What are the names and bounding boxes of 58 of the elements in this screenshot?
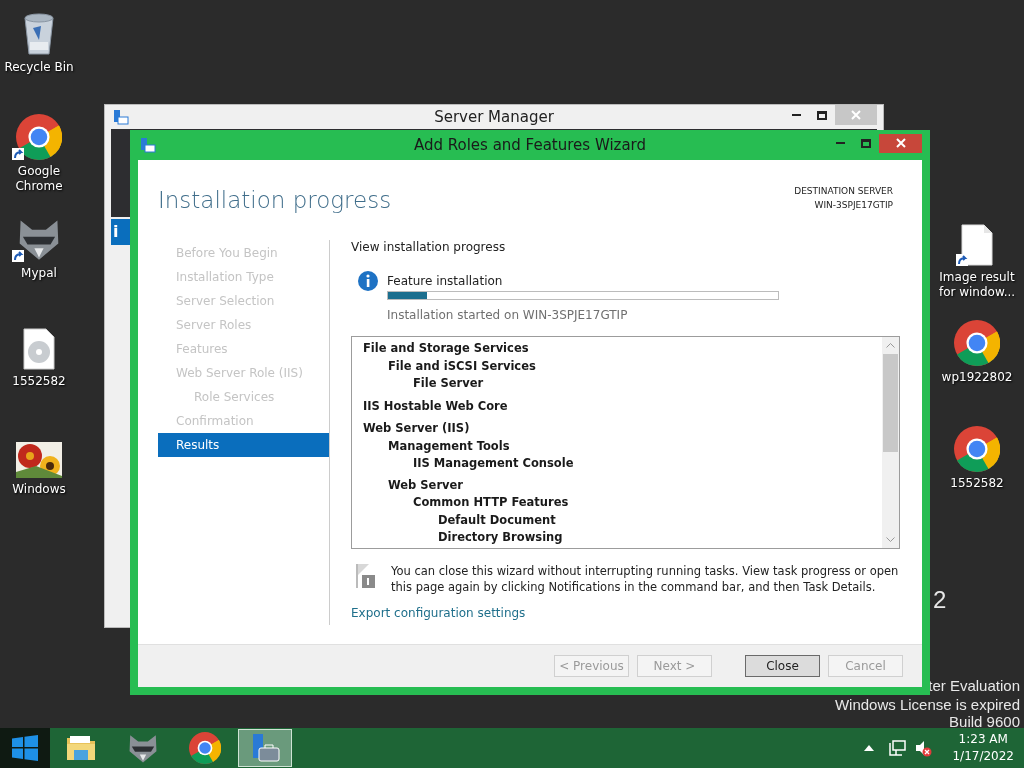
close-icon bbox=[895, 138, 906, 148]
feature-item: Common HTTP Features bbox=[412, 494, 570, 511]
notification-flag-icon bbox=[355, 563, 375, 589]
desktop-icon-label[interactable]: 1552582 bbox=[950, 476, 1004, 491]
desktop-icon-label[interactable]: 1552582 bbox=[12, 374, 66, 389]
desktop-icon-label[interactable]: Google Chrome bbox=[0, 164, 78, 194]
feature-item: Management Tools bbox=[387, 437, 511, 455]
feature-item: Web Server (IIS) bbox=[363, 420, 471, 437]
page-heading: Installation progress bbox=[158, 186, 392, 215]
feature-item: File Server bbox=[412, 375, 485, 392]
clock-date: 1/17/2022 bbox=[952, 748, 1014, 765]
clock-time: 1:23 AM bbox=[958, 731, 1008, 748]
watermark-text: 2 bbox=[933, 585, 947, 615]
wizard-step[interactable]: Results bbox=[158, 433, 329, 457]
wizard-button[interactable]: Close bbox=[745, 655, 820, 677]
status-title: Feature installation bbox=[387, 273, 504, 289]
chrome-icon bbox=[16, 114, 62, 160]
feature-item: IIS Hostable Web Core bbox=[363, 397, 509, 415]
desktop-icon-label[interactable]: Mypal bbox=[21, 266, 57, 281]
destination-server: WIN-3SPJE17GTIP bbox=[814, 199, 893, 212]
info-icon bbox=[358, 271, 378, 291]
window-title: Server Manager bbox=[434, 106, 554, 128]
clock[interactable]: 1:23 AM 1/17/2022 bbox=[948, 731, 1018, 765]
feature-item: File and iSCSI Services bbox=[387, 357, 537, 375]
section-title: View installation progress bbox=[351, 239, 507, 255]
feature-item: Directory Browsing bbox=[437, 529, 564, 546]
desktop-icon-label[interactable]: Windows bbox=[12, 482, 66, 497]
scroll-down-icon bbox=[886, 537, 895, 542]
volume-muted-icon bbox=[914, 739, 933, 757]
windows-logo-icon bbox=[12, 735, 38, 761]
scrollbar[interactable] bbox=[882, 337, 899, 548]
file-icon bbox=[960, 224, 994, 266]
feature-item: Default Document bbox=[437, 511, 557, 529]
feature-item: IIS Management Console bbox=[412, 455, 575, 472]
watermark-text: Build 9600 bbox=[949, 713, 1020, 730]
feature-item: File and Storage Services bbox=[363, 340, 530, 357]
network-icon bbox=[888, 739, 907, 757]
start-button[interactable] bbox=[0, 728, 50, 768]
scrollbar-thumb[interactable] bbox=[883, 354, 898, 452]
window-title: Add Roles and Features Wizard bbox=[413, 134, 647, 156]
taskbar-button[interactable] bbox=[238, 729, 292, 767]
scroll-up-icon bbox=[886, 343, 895, 348]
desktop-icon-label[interactable]: wp1922802 bbox=[941, 370, 1013, 385]
desktop-icon-label[interactable]: Recycle Bin bbox=[4, 60, 74, 75]
dashboard-tile[interactable]: i bbox=[111, 219, 130, 245]
feature-item: Web Server bbox=[387, 476, 465, 494]
desktop-icon-label[interactable]: Image result for window... bbox=[938, 270, 1016, 300]
server-manager-icon bbox=[140, 137, 156, 153]
info-note: You can close this wizard without interrupting running tasks. View task progress or open this page again by clicking Notifications in the command bar, and then Task Details. bbox=[391, 563, 900, 595]
status-detail: Installation started on WIN-3SPJE17GTIP bbox=[387, 307, 629, 323]
show-hidden-icons-icon bbox=[864, 745, 875, 751]
watermark-text: Windows License is expired bbox=[834, 696, 1020, 713]
server-manager-icon bbox=[113, 109, 129, 125]
chrome-icon bbox=[189, 732, 221, 764]
close-button[interactable] bbox=[879, 133, 922, 153]
export-link[interactable]: Export configuration settings bbox=[351, 605, 526, 621]
close-icon bbox=[851, 110, 861, 120]
destination-label: DESTINATION SERVER bbox=[794, 185, 893, 198]
